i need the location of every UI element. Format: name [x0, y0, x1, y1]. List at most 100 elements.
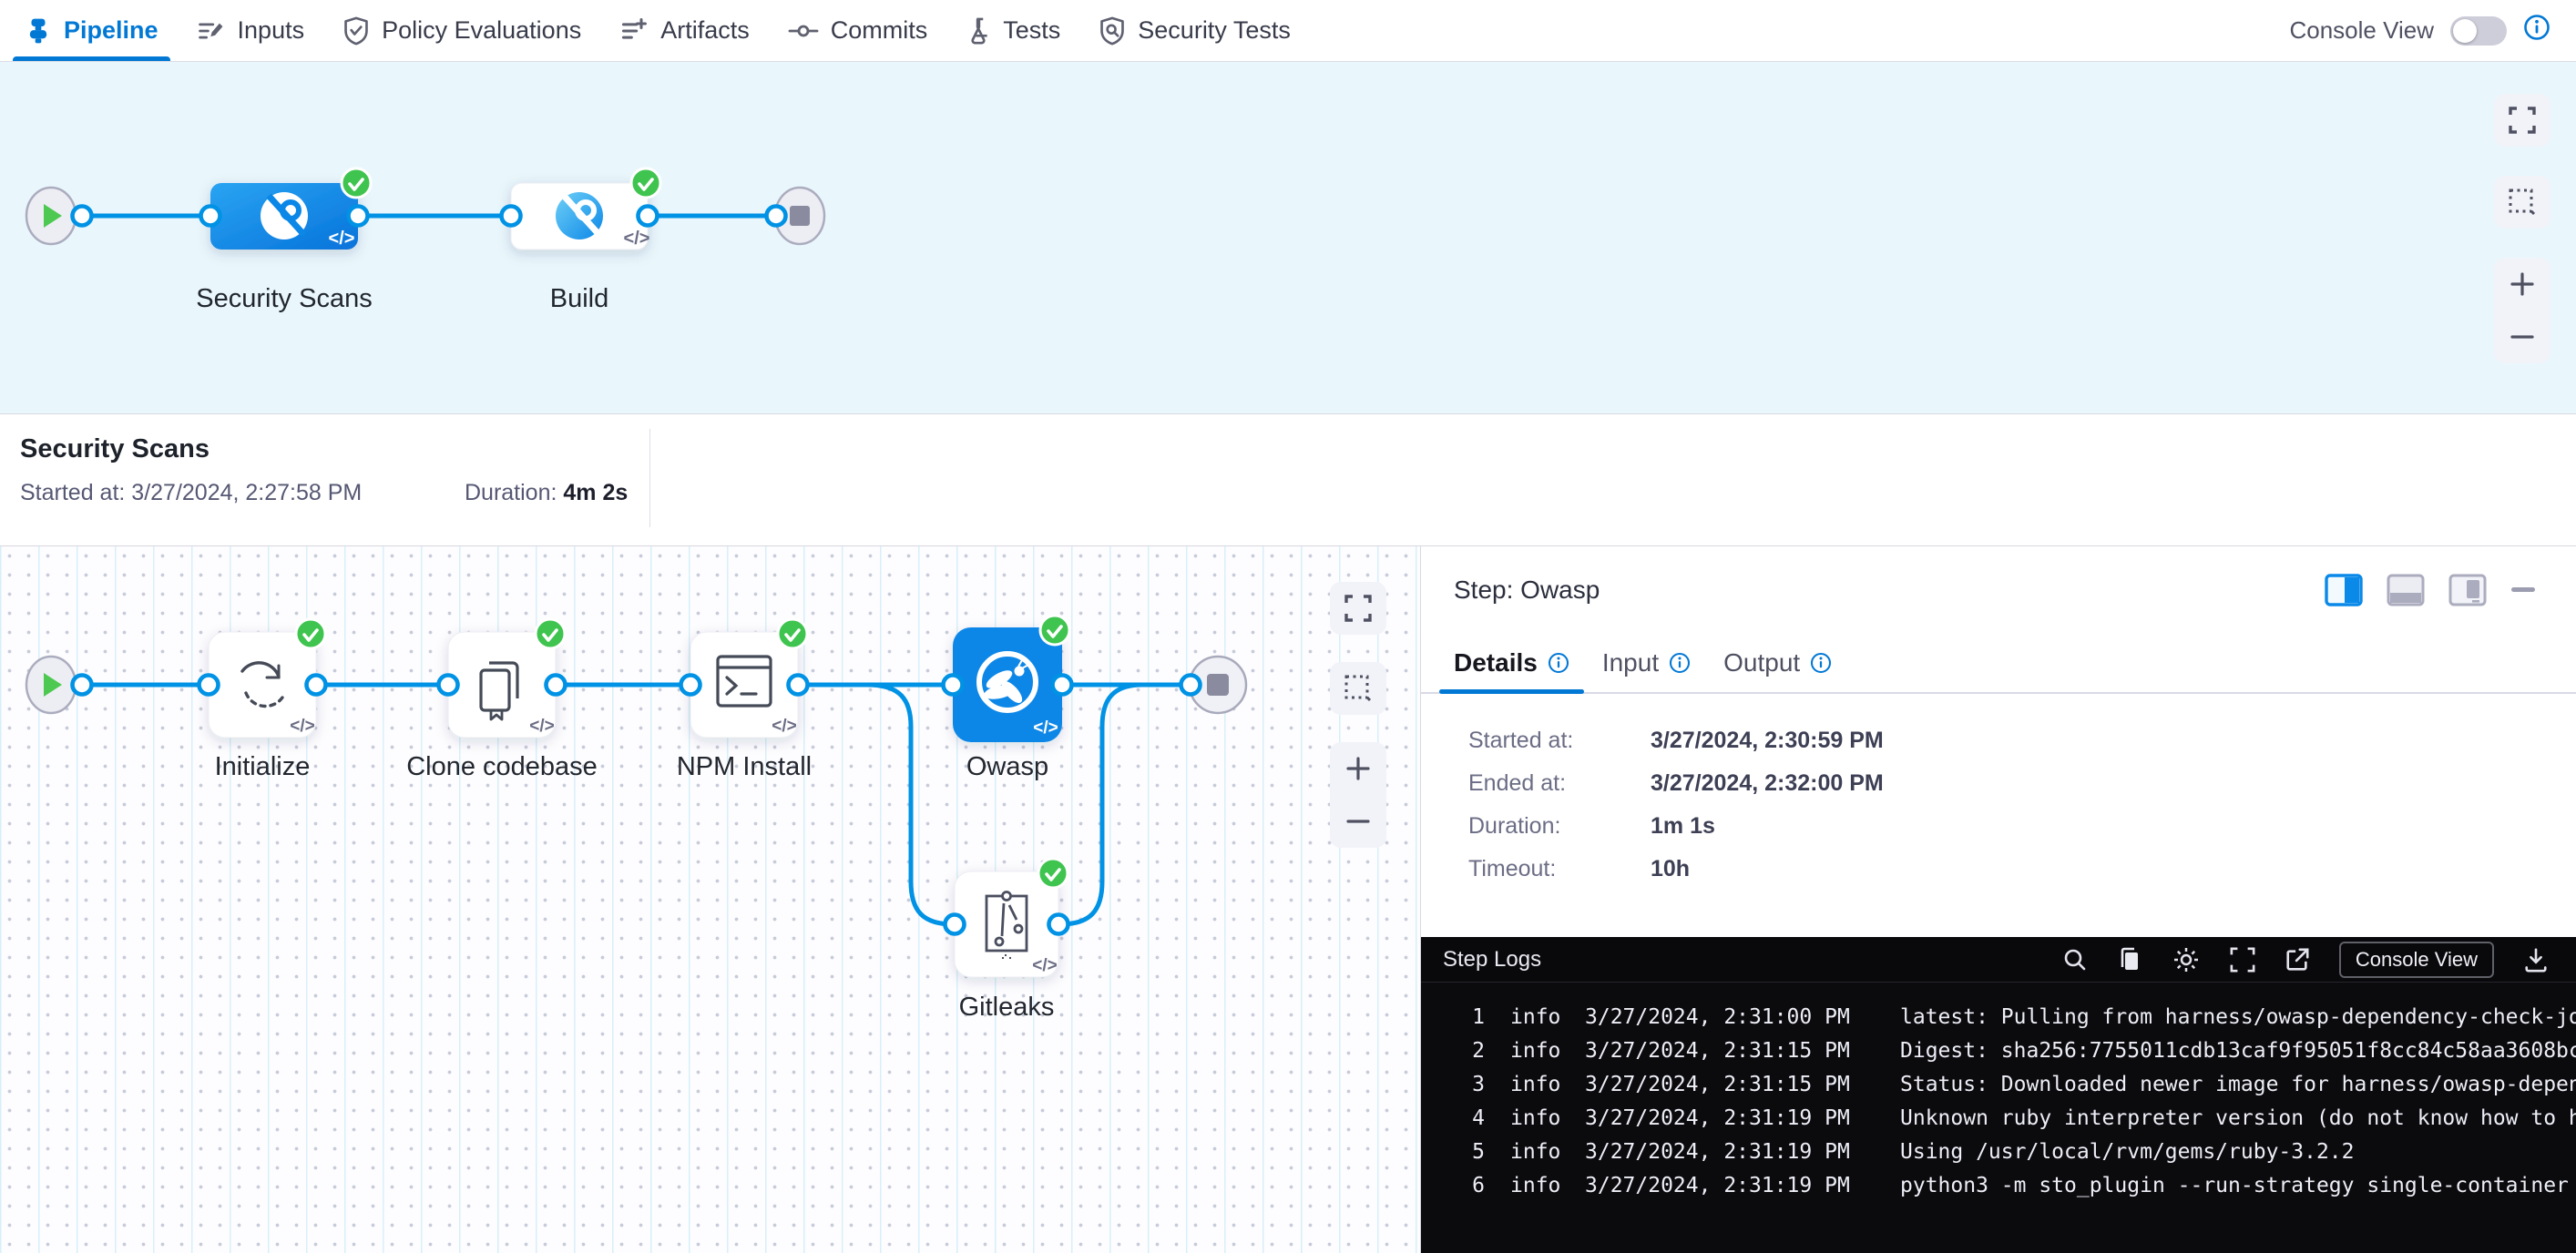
panel-layout-controls	[2325, 574, 2538, 606]
stage-node-build[interactable]: </>	[511, 168, 660, 250]
log-line: 6 info 3/27/2024, 2:31:19 PM python3 -m …	[1421, 1169, 2576, 1203]
step-graph-svg: </> </>	[0, 546, 1421, 1252]
expand-icon[interactable]	[2230, 947, 2255, 973]
selection-button[interactable]	[2494, 176, 2550, 229]
step-logs-title: Step Logs	[1443, 947, 2062, 973]
code-glyph: </>	[329, 229, 355, 249]
info-icon[interactable]	[1548, 652, 1569, 674]
tab-artifacts[interactable]: Artifacts	[600, 0, 769, 61]
minimize-panel-icon[interactable]	[2510, 586, 2538, 595]
detail-row: Duration: 1m 1s	[1468, 812, 2576, 840]
tab-security-tests[interactable]: Security Tests	[1079, 0, 1310, 61]
layout-float-panel-icon[interactable]	[2448, 574, 2487, 606]
step-panel-title: Step: Owasp	[1454, 576, 2325, 605]
step-label-initialize[interactable]: Initialize	[215, 752, 311, 782]
code-glyph: </>	[1033, 718, 1058, 738]
tab-inputs[interactable]: Inputs	[178, 0, 324, 61]
tab-details[interactable]: Details	[1437, 634, 1586, 692]
console-view-button[interactable]: Console View	[2339, 942, 2494, 978]
success-badge	[631, 168, 660, 198]
zoom-controls	[1330, 742, 1386, 848]
log-line: 5 info 3/27/2024, 2:31:19 PM Using /usr/…	[1421, 1136, 2576, 1169]
step-start-node[interactable]	[26, 657, 76, 713]
log-line-number: 1	[1461, 1001, 1485, 1034]
fullscreen-button[interactable]	[2494, 94, 2550, 147]
detail-value: 3/27/2024, 2:32:00 PM	[1651, 769, 1884, 797]
info-icon[interactable]	[1810, 652, 1832, 674]
detail-value: 3/27/2024, 2:30:59 PM	[1651, 727, 1884, 754]
info-icon[interactable]	[2523, 14, 2550, 47]
step-details-list: Started at: 3/27/2024, 2:30:59 PM Ended …	[1421, 694, 2576, 898]
code-glyph: </>	[1032, 956, 1057, 975]
log-line: 2 info 3/27/2024, 2:31:15 PM Digest: sha…	[1421, 1034, 2576, 1068]
shield-check-icon	[342, 16, 370, 46]
nav-right: Console View	[2289, 14, 2550, 47]
tab-policy-evaluations[interactable]: Policy Evaluations	[323, 0, 600, 61]
console-view-toggle[interactable]	[2450, 16, 2507, 46]
step-label-gitleaks[interactable]: Gitleaks	[959, 993, 1055, 1023]
info-icon[interactable]	[1669, 652, 1691, 674]
log-level: info	[1510, 1102, 1574, 1136]
zoom-in-button[interactable]	[1330, 742, 1386, 795]
zoom-out-button[interactable]	[2494, 311, 2550, 363]
tab-tests[interactable]: Tests	[946, 0, 1079, 61]
download-icon[interactable]	[2523, 947, 2549, 973]
search-icon[interactable]	[2062, 947, 2088, 973]
detail-label: Started at:	[1468, 727, 1651, 754]
stage-duration: Duration: 4m 2s	[465, 480, 628, 506]
pipeline-execution-page: Pipeline Inputs Policy Evaluations Artif…	[0, 0, 2576, 1253]
log-message: latest: Pulling from harness/owasp-depen…	[1900, 1001, 2576, 1034]
stage-node-security-scans[interactable]: </>	[210, 168, 371, 250]
layout-right-split-icon[interactable]	[2325, 574, 2363, 606]
log-line-number: 3	[1461, 1068, 1485, 1102]
tab-label: Artifacts	[660, 16, 750, 45]
code-glyph: </>	[290, 717, 314, 736]
copy-icon[interactable]	[2117, 946, 2142, 973]
success-badge	[296, 619, 325, 648]
list-plus-icon	[619, 16, 649, 46]
tab-label: Security Tests	[1138, 16, 1291, 45]
code-glyph: </>	[772, 717, 796, 736]
step-label-owasp[interactable]: Owasp	[966, 752, 1048, 782]
commit-icon	[788, 17, 819, 45]
stage-start-node[interactable]	[26, 188, 76, 244]
log-level: info	[1510, 1034, 1574, 1068]
settings-gear-icon[interactable]	[2172, 945, 2201, 974]
step-canvas-controls	[1330, 582, 1386, 848]
open-in-new-icon[interactable]	[2285, 947, 2310, 973]
detail-label: Duration:	[1468, 812, 1651, 840]
log-timestamp: 3/27/2024, 2:31:19 PM	[1585, 1136, 1878, 1169]
tab-output[interactable]: Output	[1707, 634, 1848, 692]
step-label-clone-codebase[interactable]: Clone codebase	[406, 752, 598, 782]
step-panel-tabs: Details Input Output	[1421, 634, 2576, 694]
layout-bottom-split-icon[interactable]	[2387, 574, 2425, 606]
stage-label-security-scans[interactable]: Security Scans	[196, 284, 372, 314]
log-timestamp: 3/27/2024, 2:31:19 PM	[1585, 1169, 1878, 1203]
step-graph-canvas[interactable]: </> </>	[0, 546, 1421, 1253]
log-timestamp: 3/27/2024, 2:31:15 PM	[1585, 1068, 1878, 1102]
fullscreen-button[interactable]	[1330, 582, 1386, 635]
step-logs-body[interactable]: 1 info 3/27/2024, 2:31:00 PM latest: Pul…	[1421, 983, 2576, 1253]
log-level: info	[1510, 1169, 1574, 1203]
divider	[649, 429, 650, 527]
success-badge	[536, 619, 565, 648]
zoom-in-button[interactable]	[2494, 258, 2550, 311]
tab-pipeline[interactable]: Pipeline	[5, 0, 178, 61]
success-badge	[1038, 859, 1068, 888]
step-label-npm-install[interactable]: NPM Install	[677, 752, 812, 782]
tab-input[interactable]: Input	[1586, 634, 1707, 692]
stage-label-build[interactable]: Build	[550, 284, 609, 314]
success-badge	[1040, 616, 1069, 645]
stage-graph-canvas[interactable]: </> </> Se	[0, 62, 2576, 414]
zoom-out-button[interactable]	[1330, 795, 1386, 848]
flask-icon	[966, 16, 991, 46]
step-node-owasp[interactable]: </>	[953, 616, 1069, 742]
duration-value: 4m 2s	[563, 480, 628, 505]
stage-canvas-controls	[2494, 94, 2550, 363]
zoom-controls	[2494, 258, 2550, 363]
stage-graph-svg: </> </>	[0, 62, 2576, 413]
tab-commits[interactable]: Commits	[769, 0, 947, 61]
selection-button[interactable]	[1330, 662, 1386, 715]
tab-label: Tests	[1003, 16, 1060, 45]
detail-row: Started at: 3/27/2024, 2:30:59 PM	[1468, 727, 2576, 754]
